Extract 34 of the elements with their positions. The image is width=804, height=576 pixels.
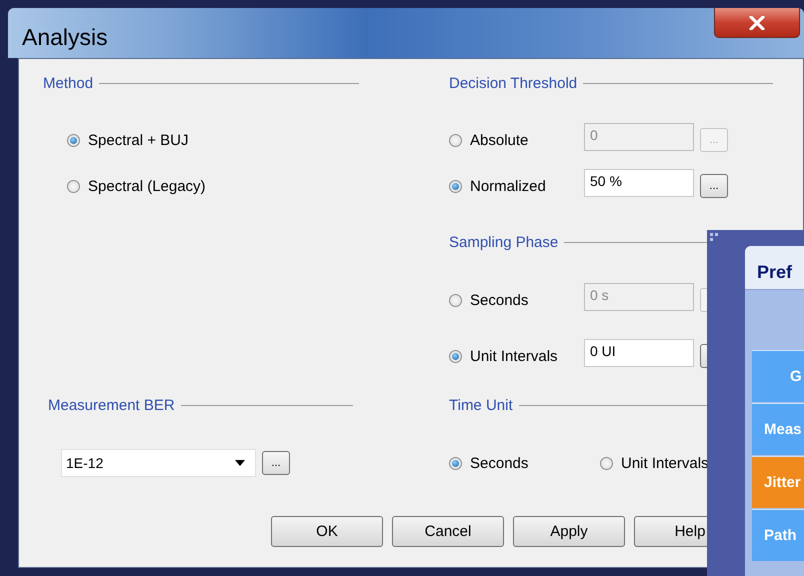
- close-icon: [749, 16, 765, 30]
- radio-label: Unit Intervals: [470, 348, 559, 364]
- window-title: Analysis: [22, 24, 108, 51]
- browse-button[interactable]: ...: [700, 174, 728, 198]
- radio-button[interactable]: [449, 180, 462, 192]
- text-field[interactable]: 0 UI: [584, 339, 694, 367]
- dropdown-arrow-icon: [235, 460, 245, 466]
- group-heading: Method: [43, 74, 94, 92]
- group-heading: Time Unit: [449, 396, 513, 414]
- radio-label: Seconds: [470, 292, 530, 308]
- dropdown-value: 1E-12: [66, 455, 104, 471]
- radio-button[interactable]: [67, 180, 80, 192]
- radio-button[interactable]: [67, 134, 80, 146]
- close-button[interactable]: [714, 8, 800, 38]
- dialog-button[interactable]: Cancel: [392, 516, 504, 546]
- radio-button[interactable]: [449, 350, 462, 362]
- group-heading: Decision Threshold: [449, 74, 578, 92]
- group-heading: Sampling Phase: [449, 234, 558, 250]
- radio-label: Seconds: [470, 454, 530, 472]
- dialog-button[interactable]: OK: [271, 516, 383, 546]
- ber-dropdown[interactable]: 1E-12: [61, 449, 256, 477]
- radio-label: Spectral + BUJ: [88, 132, 188, 148]
- radio-label: Unit Intervals: [621, 454, 709, 472]
- radio-label: Absolute: [470, 132, 530, 148]
- radio-label: Spectral (Legacy): [88, 178, 206, 194]
- text-field[interactable]: 50 %: [584, 169, 694, 197]
- radio-label: Normalized: [470, 178, 547, 194]
- group-heading: Measurement BER: [48, 396, 175, 414]
- radio-button[interactable]: [600, 456, 613, 470]
- dialog-button[interactable]: Apply: [513, 516, 625, 546]
- panel-title: Pref: [745, 246, 804, 290]
- browse-button[interactable]: ...: [262, 451, 290, 475]
- grip-icon: [710, 233, 718, 241]
- radio-button[interactable]: [449, 456, 462, 470]
